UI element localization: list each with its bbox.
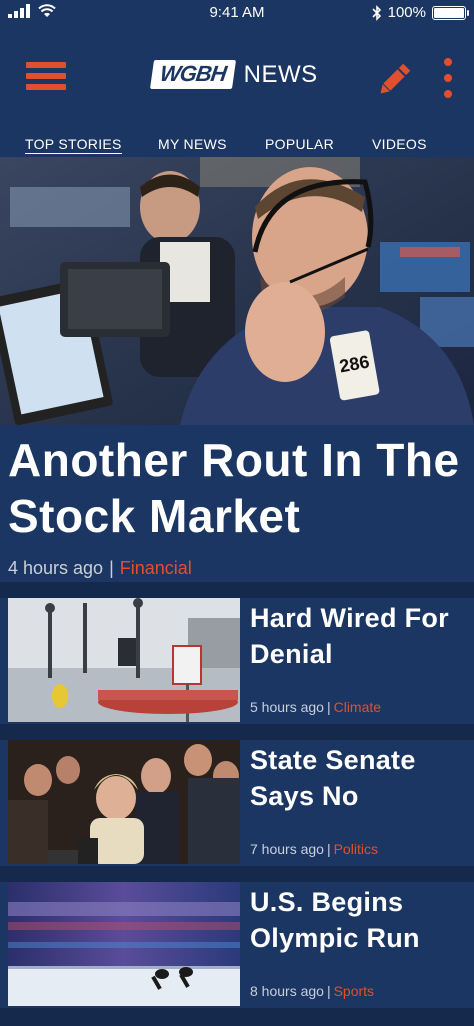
story-item[interactable]: Hard Wired For Denial 5 hours ago | Climat… bbox=[8, 598, 474, 722]
story-item[interactable]: U.S. Begins Olympic Run 8 hours ago | Spor… bbox=[8, 882, 474, 1006]
tab-popular[interactable]: POPULAR bbox=[265, 136, 334, 152]
story-time: 8 hours ago bbox=[250, 983, 324, 999]
battery-percent: 100% bbox=[387, 4, 426, 21]
story-title[interactable]: Hard Wired For Denial bbox=[250, 600, 470, 672]
story-separator: | bbox=[326, 699, 331, 715]
bluetooth-icon bbox=[372, 4, 381, 21]
section-tabs: TOP STORIES MY NEWS POPULAR VIDEOS bbox=[0, 136, 474, 158]
more-options-icon[interactable] bbox=[438, 58, 458, 102]
divider bbox=[0, 582, 474, 598]
pencil-icon[interactable] bbox=[374, 60, 414, 100]
story-time: 5 hours ago bbox=[250, 699, 324, 715]
wgbh-news-logo[interactable]: WGBH NEWS bbox=[149, 60, 318, 89]
divider bbox=[0, 1008, 474, 1026]
story-category[interactable]: Politics bbox=[334, 841, 378, 857]
story-meta: 8 hours ago | Sports bbox=[250, 983, 374, 999]
story-title[interactable]: U.S. Begins Olympic Run bbox=[250, 884, 470, 956]
status-bar: 9:41 AM 100% bbox=[0, 0, 474, 26]
hero-meta: 4 hours ago | Financial bbox=[8, 558, 192, 579]
logo-brand: WGBH bbox=[149, 60, 236, 89]
hero-separator: | bbox=[109, 558, 114, 578]
tab-my-news[interactable]: MY NEWS bbox=[158, 136, 227, 152]
story-time: 7 hours ago bbox=[250, 841, 324, 857]
story-thumbnail bbox=[8, 882, 240, 1006]
story-separator: | bbox=[326, 983, 331, 999]
tab-videos[interactable]: VIDEOS bbox=[372, 136, 427, 152]
tab-top-stories[interactable]: TOP STORIES bbox=[25, 136, 122, 154]
hamburger-menu-icon[interactable] bbox=[26, 62, 66, 94]
hero-image[interactable]: 286 bbox=[0, 157, 474, 425]
story-separator: | bbox=[326, 841, 331, 857]
divider bbox=[0, 724, 474, 740]
logo-suffix: NEWS bbox=[243, 60, 318, 88]
story-thumbnail bbox=[8, 598, 240, 722]
story-category[interactable]: Sports bbox=[334, 983, 374, 999]
app-header: WGBH NEWS bbox=[0, 44, 474, 112]
story-meta: 5 hours ago | Climate bbox=[250, 699, 381, 715]
battery-fill bbox=[434, 7, 464, 18]
story-meta: 7 hours ago | Politics bbox=[250, 841, 378, 857]
hero-time: 4 hours ago bbox=[8, 558, 104, 578]
story-category[interactable]: Climate bbox=[334, 699, 381, 715]
divider bbox=[0, 866, 474, 882]
hero-headline[interactable]: Another Rout In The Stock Market bbox=[8, 432, 468, 544]
story-title[interactable]: State Senate Says No bbox=[250, 742, 470, 814]
hero-category[interactable]: Financial bbox=[120, 558, 192, 578]
story-thumbnail bbox=[8, 740, 240, 864]
story-item[interactable]: State Senate Says No 7 hours ago | Politic… bbox=[8, 740, 474, 864]
battery-icon bbox=[432, 5, 469, 20]
